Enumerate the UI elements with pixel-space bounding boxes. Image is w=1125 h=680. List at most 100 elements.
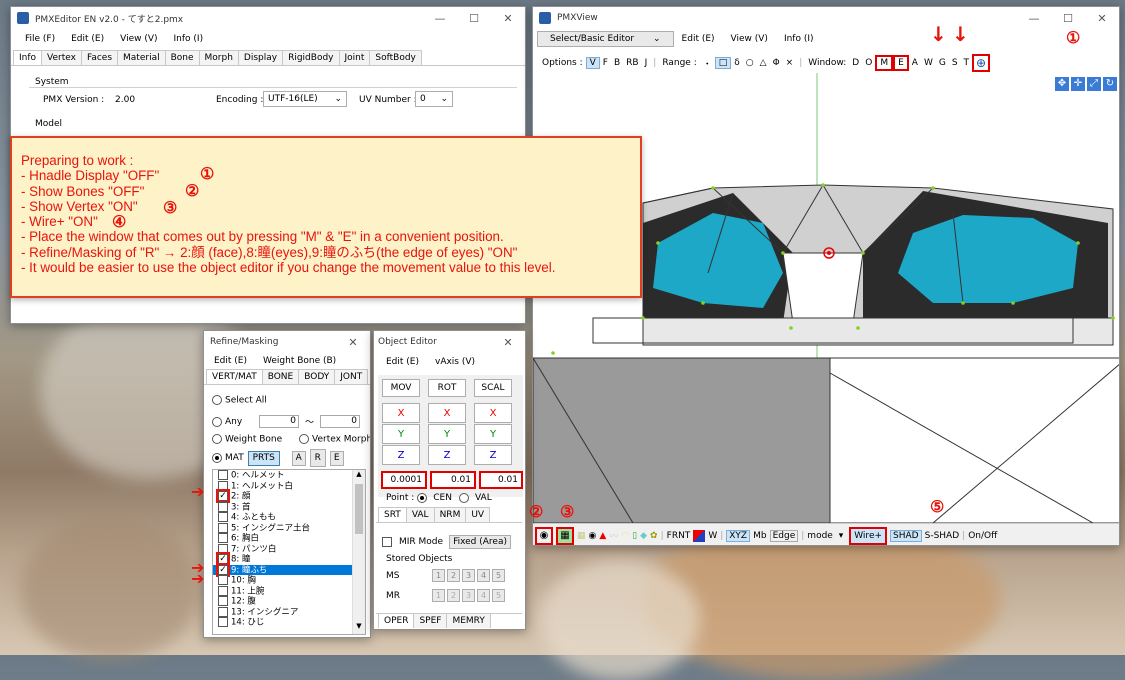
scroll-thumb[interactable]	[355, 484, 363, 534]
gem-icon[interactable]: ◆	[640, 531, 647, 541]
w-button[interactable]: W	[708, 531, 717, 541]
window-t[interactable]: T	[961, 58, 973, 68]
edge-button[interactable]: Edge	[769, 529, 799, 542]
material-list[interactable]: 0: ヘルメット1: ヘルメット白2: 顔3: 首4: ふともも5: インシグニ…	[212, 469, 366, 635]
window-a[interactable]: A	[909, 58, 921, 68]
list-item-checkbox[interactable]	[218, 501, 228, 512]
list-item[interactable]: 10: 胸	[213, 575, 365, 586]
list-item-checkbox[interactable]	[218, 533, 228, 543]
zoom-view-icon[interactable]: ⤢	[1087, 77, 1101, 91]
list-item-checkbox[interactable]	[218, 470, 228, 480]
tab-material[interactable]: Material	[117, 50, 166, 65]
list-item[interactable]: 0: ヘルメット	[213, 470, 365, 481]
prts-button[interactable]: PRTS	[247, 450, 280, 466]
list-item[interactable]: 5: インシグニア土台	[213, 522, 365, 533]
uv-number-select[interactable]: 0 ⌄	[415, 91, 453, 107]
mov-x-button[interactable]: X	[382, 403, 420, 423]
tab-display[interactable]: Display	[237, 50, 284, 65]
list-item[interactable]: 1: ヘルメット白	[213, 480, 365, 491]
minimize-icon[interactable]: —	[423, 7, 457, 29]
tab-jont[interactable]: JONT	[334, 369, 369, 384]
menu-info[interactable]: Info (I)	[776, 34, 822, 44]
list-item-checkbox[interactable]	[218, 575, 228, 585]
list-item-checkbox[interactable]	[218, 512, 228, 522]
vertex-morph-option[interactable]: Vertex Morph	[299, 434, 370, 445]
any-from-field[interactable]: 0	[259, 415, 299, 428]
mode-dropdown[interactable]: mode ▾	[807, 531, 846, 541]
e-button[interactable]: E	[329, 450, 344, 466]
window-o[interactable]: O	[862, 58, 875, 68]
scal-z-button[interactable]: Z	[474, 445, 512, 465]
select-all-option[interactable]: Select All	[212, 395, 267, 406]
tab-morph[interactable]: Morph	[198, 50, 239, 65]
window-g[interactable]: G	[936, 58, 949, 68]
select-basic-editor-dropdown[interactable]: Select/Basic Editor ⌄	[537, 31, 674, 47]
list-item-checkbox[interactable]	[216, 562, 230, 577]
range-circle[interactable]: ○	[743, 58, 757, 68]
menu-file[interactable]: File (F)	[17, 34, 63, 44]
range-point[interactable]: ・	[700, 57, 715, 70]
encoding-select[interactable]: UTF-16(LE) ⌄	[263, 91, 347, 107]
tab-body[interactable]: BODY	[298, 369, 336, 384]
window-m-button[interactable]: M	[875, 55, 894, 71]
display-icon[interactable]: ▦	[577, 531, 586, 541]
tab-vertex[interactable]: Vertex	[41, 50, 82, 65]
scal-step-field[interactable]: 0.01	[479, 471, 523, 489]
tab-softbody[interactable]: SoftBody	[369, 50, 422, 65]
rot-y-button[interactable]: Y	[428, 424, 466, 444]
rotate-view-icon[interactable]: ↻	[1103, 77, 1117, 91]
mov-y-button[interactable]: Y	[382, 424, 420, 444]
bone-icon[interactable]: ✿	[650, 531, 658, 541]
list-item[interactable]: 7: パンツ白	[213, 543, 365, 554]
rot-x-button[interactable]: X	[428, 403, 466, 423]
scroll-up-icon[interactable]: ▲	[353, 470, 365, 482]
tab-info[interactable]: Info	[13, 50, 43, 65]
maximize-icon[interactable]: ☐	[457, 7, 491, 29]
mov-z-button[interactable]: Z	[382, 445, 420, 465]
menu-view[interactable]: View (V)	[723, 34, 776, 44]
list-item-checkbox[interactable]	[218, 606, 228, 617]
close-icon[interactable]: ✕	[491, 7, 525, 29]
radio-icon[interactable]	[458, 493, 469, 503]
list-item-checkbox[interactable]	[218, 522, 228, 533]
mr-slot-2[interactable]: 2	[447, 589, 460, 602]
any-to-field[interactable]: 0	[320, 415, 361, 428]
fixed-area-button[interactable]: Fixed (Area)	[449, 535, 511, 549]
window-e-button[interactable]: E	[893, 55, 909, 71]
target-icon[interactable]: ◉	[589, 531, 597, 541]
triangle-icon[interactable]: ▲	[599, 531, 606, 541]
list-item[interactable]: 3: 首	[213, 501, 365, 512]
range-phi[interactable]: Φ	[770, 58, 783, 68]
list-item-checkbox[interactable]	[216, 489, 230, 503]
option-b[interactable]: B	[611, 58, 623, 68]
tab-bone[interactable]: Bone	[164, 50, 200, 65]
ms-slot-5[interactable]: 5	[492, 569, 505, 582]
list-item-checkbox[interactable]	[216, 552, 230, 566]
move-view-icon[interactable]: ✥	[1055, 77, 1069, 91]
rot-step-field[interactable]: 0.01	[430, 471, 476, 489]
list-item[interactable]: 14: ひじ	[213, 617, 365, 628]
scal-x-button[interactable]: X	[474, 403, 512, 423]
front-button[interactable]: FRNT	[667, 531, 691, 541]
mov-step-field[interactable]: 0.0001	[381, 471, 427, 489]
scrollbar[interactable]: ▲ ▼	[352, 470, 365, 634]
list-item[interactable]: 13: インシグニア	[213, 606, 365, 617]
close-icon[interactable]: ✕	[491, 331, 525, 353]
tab-joint[interactable]: Joint	[338, 50, 371, 65]
tab-oper[interactable]: OPER	[378, 614, 415, 628]
handle-display-icon[interactable]: ⊕	[972, 54, 991, 72]
maximize-icon[interactable]: ☐	[1051, 7, 1085, 29]
line-icon[interactable]: 〰	[609, 529, 618, 542]
pan-view-icon[interactable]: ✛	[1071, 77, 1085, 91]
list-item-checkbox[interactable]	[218, 480, 228, 491]
tab-srt[interactable]: SRT	[378, 507, 407, 522]
minimize-icon[interactable]: —	[1017, 7, 1051, 29]
option-j[interactable]: J	[642, 58, 651, 68]
weight-bone-option[interactable]: Weight Bone	[212, 434, 282, 445]
ms-slot-3[interactable]: 3	[462, 569, 475, 582]
xyz-button[interactable]: XYZ	[726, 529, 751, 542]
tab-uv[interactable]: UV	[465, 507, 491, 522]
tab-bone[interactable]: BONE	[261, 369, 300, 384]
close-icon[interactable]: ✕	[1085, 7, 1119, 29]
ms-slot-2[interactable]: 2	[447, 569, 460, 582]
